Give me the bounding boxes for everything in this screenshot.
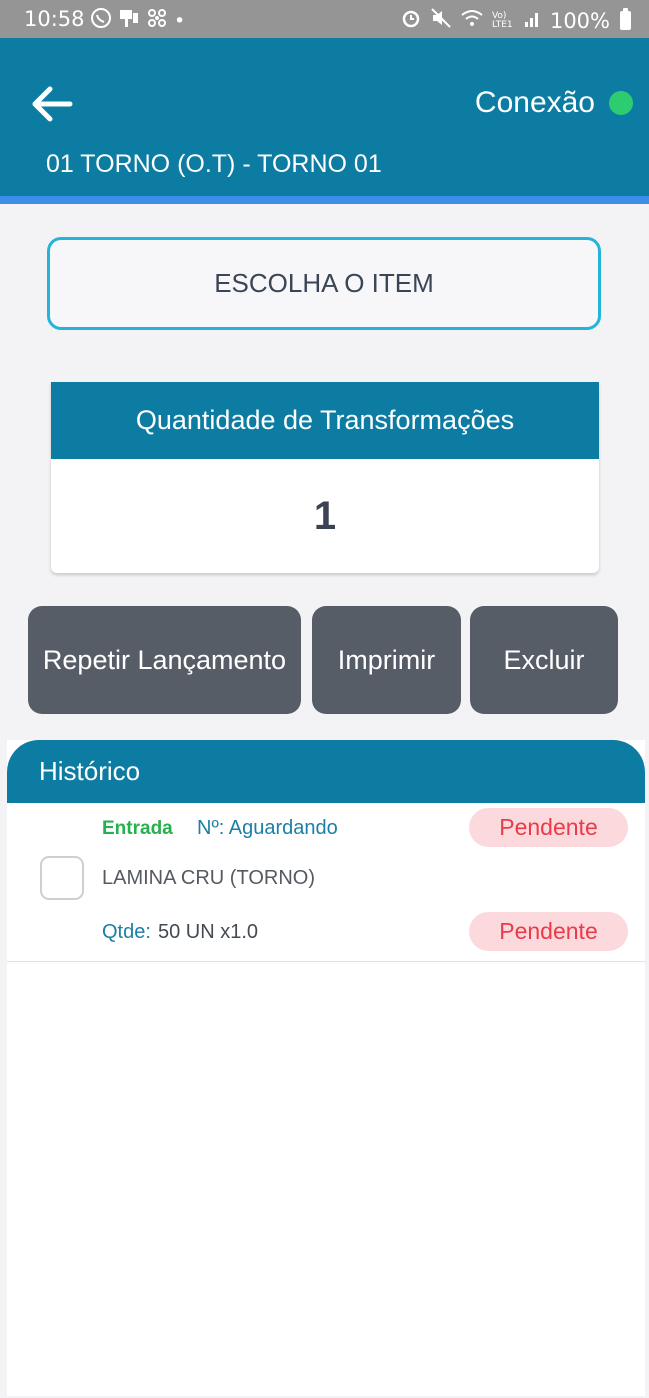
delete-label: Excluir (503, 644, 585, 675)
alarm-icon (400, 7, 422, 34)
dot-icon: • (174, 9, 186, 32)
battery-icon (620, 8, 631, 30)
choose-item-button[interactable]: ESCOLHA O ITEM (47, 237, 601, 330)
print-button[interactable]: Imprimir (312, 606, 461, 714)
row-description: LAMINA CRU (TORNO) (102, 867, 315, 889)
status-bar: 10:58 • Vo) LTE1 100% (0, 0, 649, 38)
quantity-title: Quantidade de Transformações (51, 382, 599, 459)
mute-icon (430, 7, 452, 34)
row-qty-label: Qtde: (102, 921, 151, 943)
status-badge-bottom: Pendente (469, 912, 628, 951)
repeat-launch-label: Repetir Lançamento (42, 644, 287, 675)
quantity-value[interactable]: 1 (51, 459, 599, 573)
row-type: Entrada (102, 818, 173, 839)
header-divider (0, 196, 649, 204)
print-label: Imprimir (337, 644, 436, 675)
delete-button[interactable]: Excluir (470, 606, 618, 714)
repeat-launch-button[interactable]: Repetir Lançamento (28, 606, 301, 714)
quantity-card: Quantidade de Transformações 1 (51, 382, 599, 573)
connection-dot-icon (609, 91, 633, 115)
row-qty-value: 50 UN x1.0 (158, 921, 259, 943)
row-checkbox[interactable] (40, 856, 84, 900)
history-row[interactable]: Entrada Nº: Aguardando LAMINA CRU (TORNO… (7, 803, 645, 962)
battery-percent: 100% (549, 8, 610, 33)
wifi-icon (460, 7, 484, 34)
fan-icon (146, 7, 168, 34)
back-button[interactable] (26, 80, 78, 128)
arrow-left-icon (32, 86, 73, 122)
app-header: Conexão 01 TORNO (O.T) - TORNO 01 (0, 38, 649, 204)
machine-title: 01 TORNO (O.T) - TORNO 01 (46, 150, 382, 178)
connection-label: Conexão (474, 86, 595, 119)
status-right-icons: Vo) LTE1 100% (400, 7, 631, 34)
connection-status: Conexão (475, 86, 633, 120)
status-left-icons: • (90, 7, 185, 34)
volte-icon: Vo) LTE1 (491, 10, 513, 30)
pin-icon (118, 7, 140, 34)
choose-item-label: ESCOLHA O ITEM (214, 268, 434, 298)
signal-icon (524, 8, 542, 33)
status-badge-top: Pendente (469, 808, 628, 847)
status-time: 10:58 (24, 7, 85, 31)
history-panel: Histórico Entrada Nº: Aguardando LAMINA … (7, 740, 645, 1396)
row-number: Nº: Aguardando (197, 817, 338, 839)
whatsapp-icon (90, 7, 112, 34)
history-title: Histórico (7, 740, 645, 803)
